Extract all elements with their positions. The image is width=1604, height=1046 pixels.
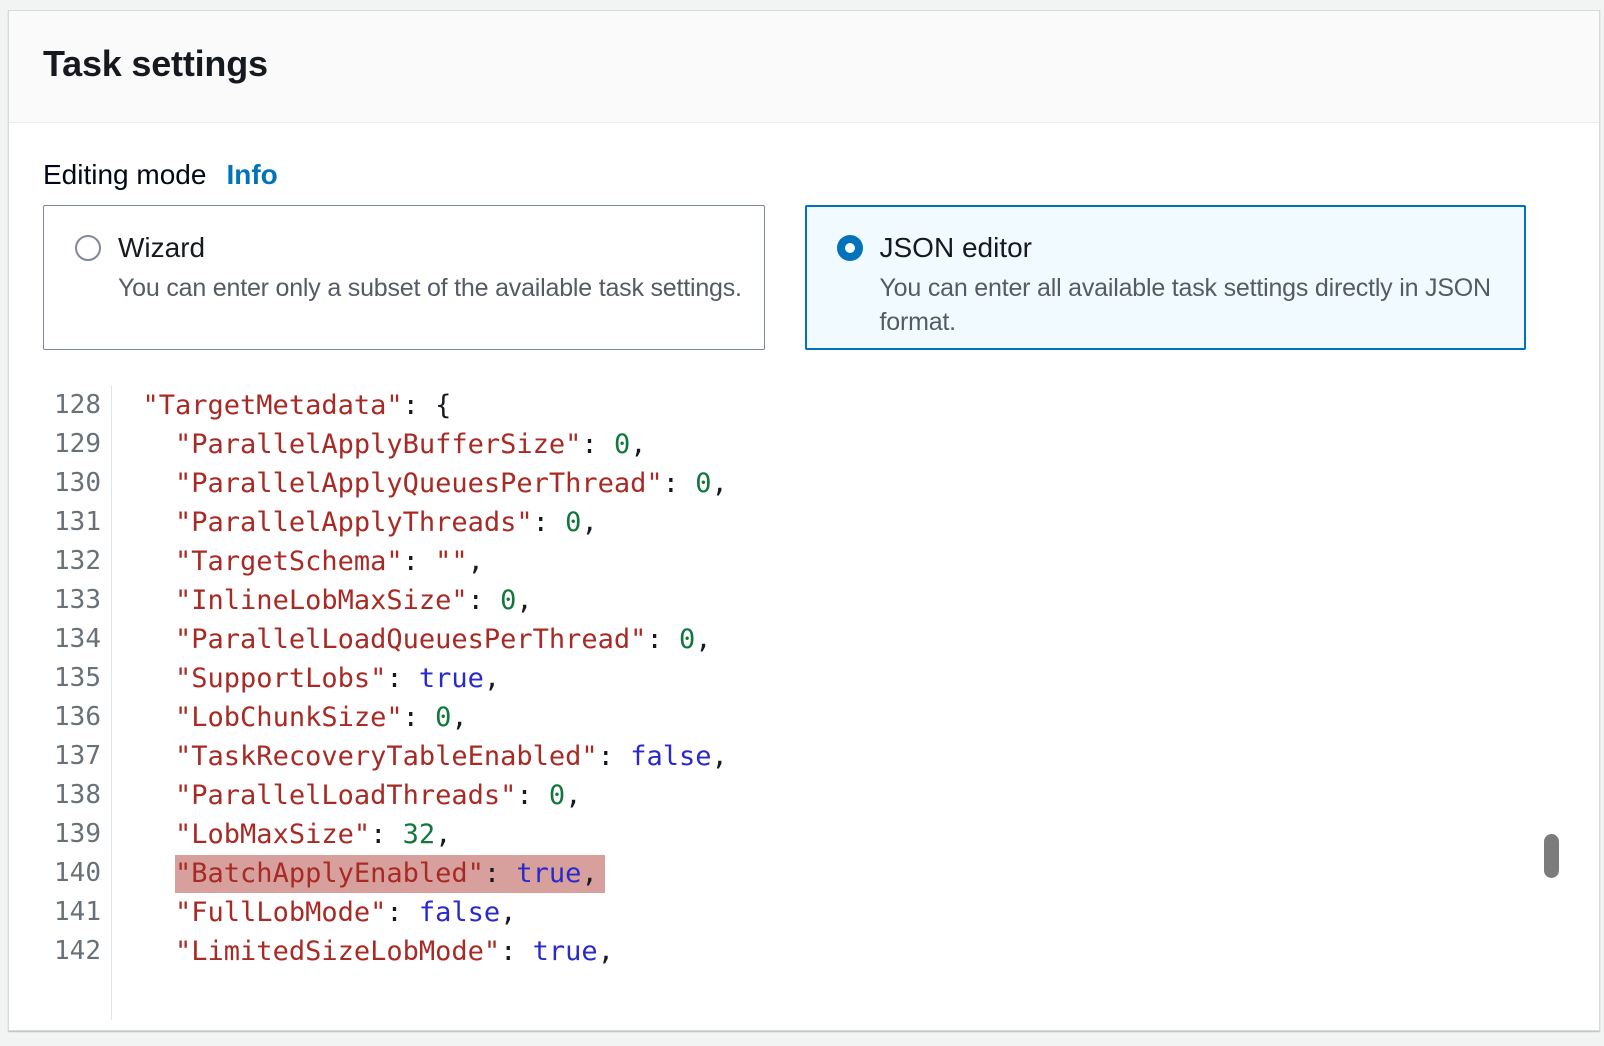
tile-wizard[interactable]: Wizard You can enter only a subset of th… (43, 205, 765, 350)
code-text: "SupportLobs": true, (101, 659, 500, 698)
tile-json-editor-label: JSON editor (880, 231, 1510, 265)
code-line: 139 "LobMaxSize": 32, (43, 815, 1567, 854)
tile-json-editor-description: You can enter all available task setting… (880, 271, 1510, 339)
editing-mode-tiles: Wizard You can enter only a subset of th… (43, 205, 1526, 350)
code-text: "ParallelApplyBufferSize": 0, (101, 425, 646, 464)
tile-wizard-description: You can enter only a subset of the avail… (118, 271, 742, 305)
line-number: 135 (43, 659, 101, 698)
code-text: "ParallelLoadThreads": 0, (101, 776, 581, 815)
code-line: 131 "ParallelApplyThreads": 0, (43, 503, 1567, 542)
code-text: "TargetSchema": "", (101, 542, 484, 581)
code-lines: 128 "TargetMetadata": { 129 "ParallelApp… (43, 386, 1567, 971)
line-number: 138 (43, 776, 101, 815)
line-number: 141 (43, 893, 101, 932)
line-number: 130 (43, 464, 101, 503)
editing-mode-row: Editing mode Info (43, 159, 278, 191)
code-text: "FullLobMode": false, (101, 893, 516, 932)
radio-selected-icon[interactable] (837, 235, 863, 261)
line-number: 142 (43, 932, 101, 971)
line-number: 131 (43, 503, 101, 542)
code-text: "BatchApplyEnabled": true, (101, 854, 605, 893)
line-number: 140 (43, 854, 101, 893)
line-number: 139 (43, 815, 101, 854)
tile-json-editor-text: JSON editor You can enter all available … (880, 231, 1510, 339)
line-number: 134 (43, 620, 101, 659)
editing-mode-label: Editing mode (43, 159, 206, 191)
code-line: 138 "ParallelLoadThreads": 0, (43, 776, 1567, 815)
panel-header: Task settings (9, 11, 1599, 123)
json-code-editor[interactable]: 128 "TargetMetadata": { 129 "ParallelApp… (43, 386, 1567, 1020)
line-number: 128 (43, 386, 101, 425)
info-link[interactable]: Info (226, 159, 277, 191)
line-number: 132 (43, 542, 101, 581)
code-line: 129 "ParallelApplyBufferSize": 0, (43, 425, 1567, 464)
line-number: 129 (43, 425, 101, 464)
code-line: 130 "ParallelApplyQueuesPerThread": 0, (43, 464, 1567, 503)
code-line: 128 "TargetMetadata": { (43, 386, 1567, 425)
code-text: "LimitedSizeLobMode": true, (101, 932, 614, 971)
code-line: 133 "InlineLobMaxSize": 0, (43, 581, 1567, 620)
code-line: 141 "FullLobMode": false, (43, 893, 1567, 932)
code-text: "InlineLobMaxSize": 0, (101, 581, 533, 620)
tile-wizard-text: Wizard You can enter only a subset of th… (118, 231, 742, 305)
code-text: "TaskRecoveryTableEnabled": false, (101, 737, 728, 776)
code-line: 140 "BatchApplyEnabled": true, (43, 854, 1567, 893)
line-number: 137 (43, 737, 101, 776)
scrollbar-thumb[interactable] (1544, 834, 1559, 878)
code-text: "LobChunkSize": 0, (101, 698, 468, 737)
line-number: 136 (43, 698, 101, 737)
code-line: 135 "SupportLobs": true, (43, 659, 1567, 698)
tile-json-editor[interactable]: JSON editor You can enter all available … (805, 205, 1527, 350)
code-line: 134 "ParallelLoadQueuesPerThread": 0, (43, 620, 1567, 659)
line-number: 133 (43, 581, 101, 620)
code-line: 137 "TaskRecoveryTableEnabled": false, (43, 737, 1567, 776)
radio-unselected-icon[interactable] (75, 235, 101, 261)
code-text: "ParallelLoadQueuesPerThread": 0, (101, 620, 711, 659)
code-line: 142 "LimitedSizeLobMode": true, (43, 932, 1567, 971)
code-line: 136 "LobChunkSize": 0, (43, 698, 1567, 737)
task-settings-panel: Task settings Editing mode Info Wizard Y… (8, 10, 1600, 1031)
code-text: "TargetMetadata": { (101, 386, 451, 425)
code-line: 132 "TargetSchema": "", (43, 542, 1567, 581)
code-text: "ParallelApplyQueuesPerThread": 0, (101, 464, 728, 503)
tile-wizard-label: Wizard (118, 231, 742, 265)
code-text: "ParallelApplyThreads": 0, (101, 503, 598, 542)
code-text: "LobMaxSize": 32, (101, 815, 451, 854)
page-title: Task settings (43, 43, 268, 84)
